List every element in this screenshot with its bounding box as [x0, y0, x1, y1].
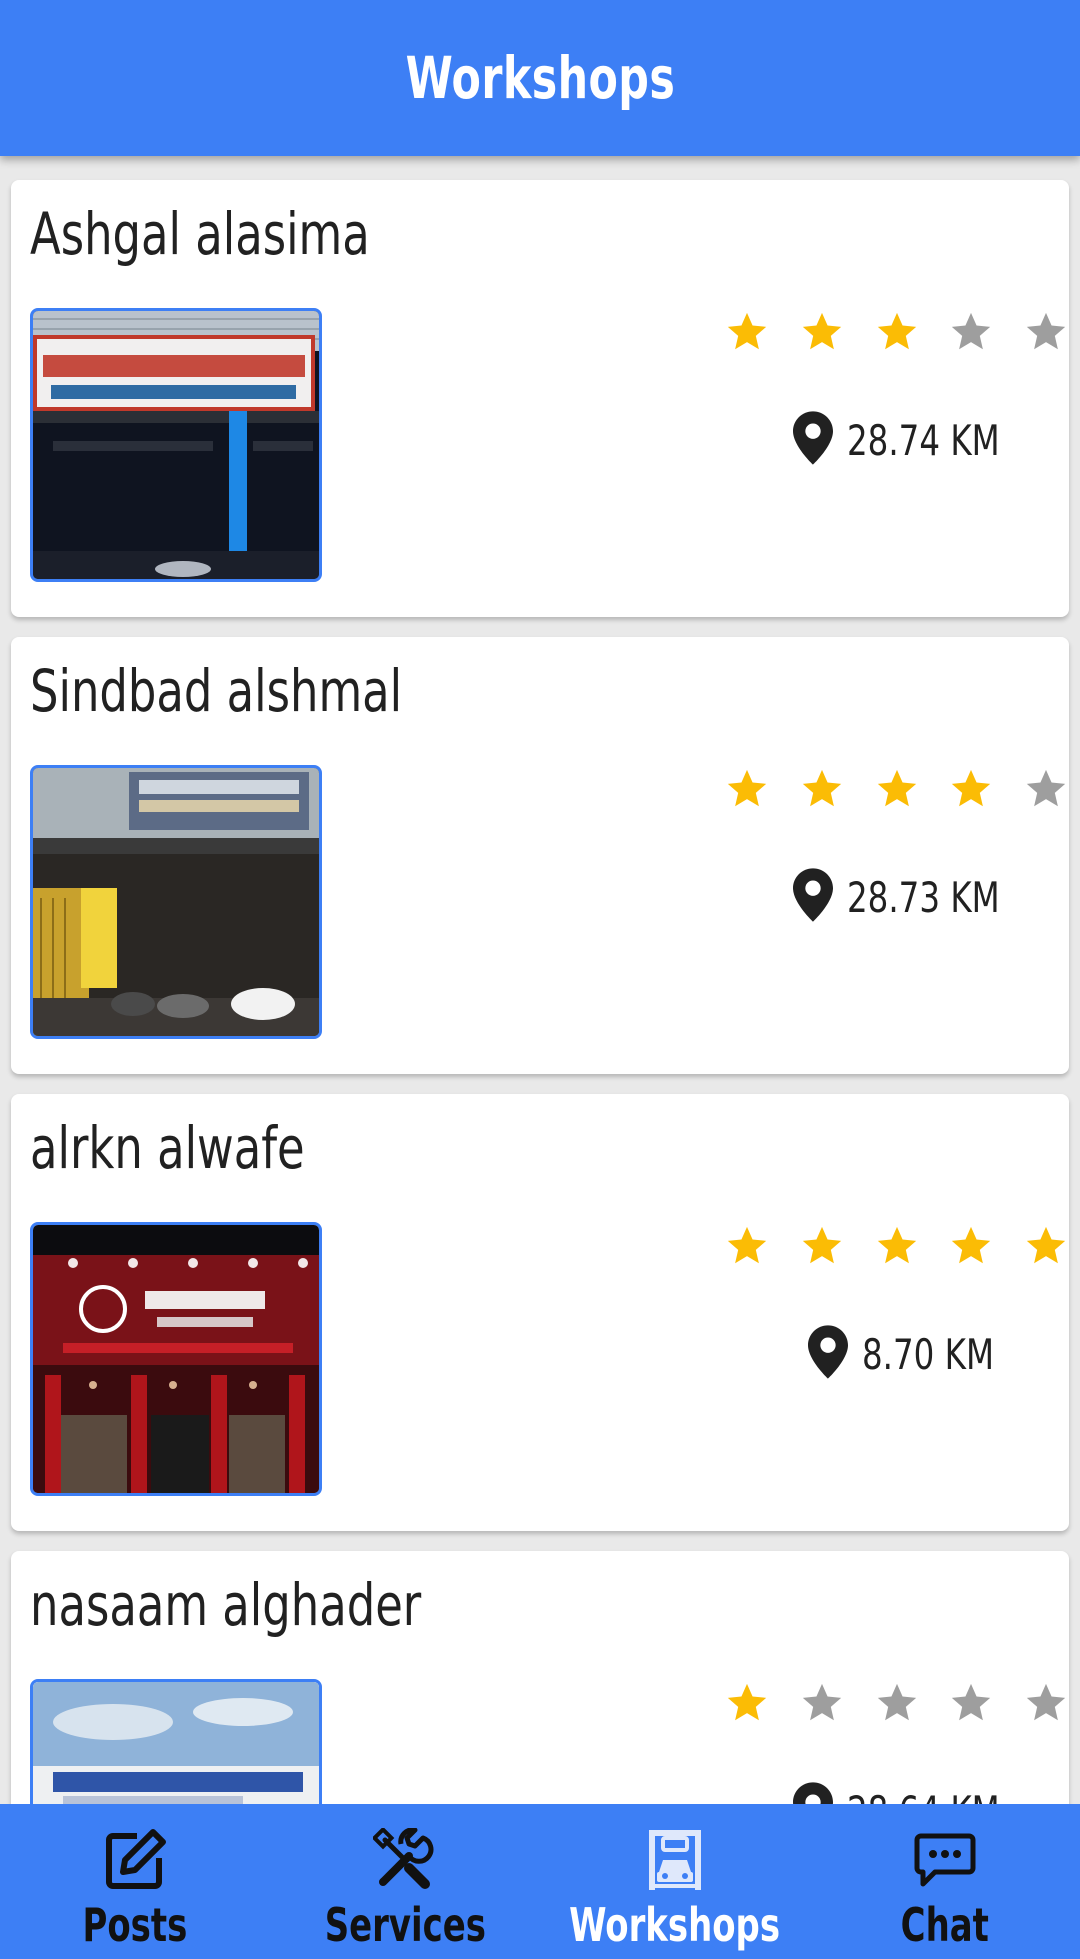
star-empty-icon: [799, 1680, 845, 1726]
star-filled-icon: [799, 1223, 845, 1269]
star-empty-icon: [1023, 766, 1069, 812]
distance: 28.64 KM: [793, 1781, 1025, 1804]
page-title: Workshops: [405, 44, 675, 112]
star-filled-icon: [724, 1223, 770, 1269]
star-filled-icon: [874, 766, 920, 812]
workshop-name: alrkn alwafe: [30, 1114, 305, 1182]
edit-icon: [103, 1828, 167, 1896]
location-pin-icon: [793, 868, 834, 926]
nav-label: Posts: [82, 1898, 188, 1952]
star-empty-icon: [948, 309, 994, 355]
star-filled-icon: [874, 1223, 920, 1269]
rating-stars: [724, 759, 1069, 819]
location-pin-icon: [793, 411, 834, 469]
workshop-photo[interactable]: [30, 1222, 322, 1496]
workshop-photo[interactable]: [30, 1679, 322, 1804]
workshop-photo[interactable]: [30, 765, 322, 1039]
star-filled-icon: [1023, 1223, 1069, 1269]
distance-value: 28.64 KM: [847, 1787, 1000, 1805]
rating-stars: [724, 302, 1069, 362]
star-filled-icon: [724, 309, 770, 355]
workshop-card[interactable]: Ashgal alasima 28.74 KM: [11, 180, 1069, 617]
distance: 28.74 KM: [793, 410, 1025, 470]
distance-value: 28.73 KM: [847, 872, 1001, 922]
nav-item-posts[interactable]: Posts: [0, 1804, 270, 1959]
distance: 28.73 KM: [793, 867, 1025, 927]
distance-value: 8.70 KM: [861, 1329, 994, 1379]
star-filled-icon: [799, 309, 845, 355]
workshop-card[interactable]: alrkn alwafe 8.70 KM: [11, 1094, 1069, 1531]
star-empty-icon: [1023, 309, 1069, 355]
workshop-card[interactable]: Sindbad alshmal 28.73 KM: [11, 637, 1069, 1074]
workshop-name: Sindbad alshmal: [30, 657, 403, 725]
star-filled-icon: [724, 1680, 770, 1726]
nav-item-services[interactable]: Services: [270, 1804, 540, 1959]
app-bar: Workshops: [0, 0, 1080, 156]
workshop-name: Ashgal alasima: [30, 200, 370, 268]
rating-stars: [724, 1216, 1069, 1276]
nav-item-workshops[interactable]: Workshops: [540, 1804, 810, 1959]
distance: 8.70 KM: [807, 1324, 1015, 1384]
star-empty-icon: [874, 1680, 920, 1726]
nav-label: Workshops: [569, 1898, 781, 1952]
nav-item-chat[interactable]: Chat: [810, 1804, 1080, 1959]
nav-label: Services: [324, 1898, 486, 1952]
bottom-navigation: Posts Services Workshops Chat: [0, 1804, 1080, 1959]
workshop-name: nasaam alghader: [30, 1571, 422, 1639]
nav-label: Chat: [900, 1898, 990, 1952]
distance-value: 28.74 KM: [847, 415, 1001, 465]
chat-bubble-icon: [913, 1828, 977, 1896]
rating-stars: [724, 1673, 1069, 1733]
star-empty-icon: [1023, 1680, 1069, 1726]
star-filled-icon: [948, 1223, 994, 1269]
location-pin-icon: [793, 1782, 834, 1804]
workshop-list[interactable]: Ashgal alasima 28.74 KM Sindbad alshmal …: [0, 156, 1080, 1804]
tools-icon: [371, 1826, 437, 1896]
workshop-photo[interactable]: [30, 308, 322, 582]
star-empty-icon: [948, 1680, 994, 1726]
star-filled-icon: [874, 309, 920, 355]
star-filled-icon: [724, 766, 770, 812]
star-filled-icon: [948, 766, 994, 812]
workshop-card[interactable]: nasaam alghader 28.64 KM: [11, 1551, 1069, 1804]
car-lift-icon: [643, 1828, 707, 1896]
star-filled-icon: [799, 766, 845, 812]
location-pin-icon: [807, 1325, 848, 1383]
